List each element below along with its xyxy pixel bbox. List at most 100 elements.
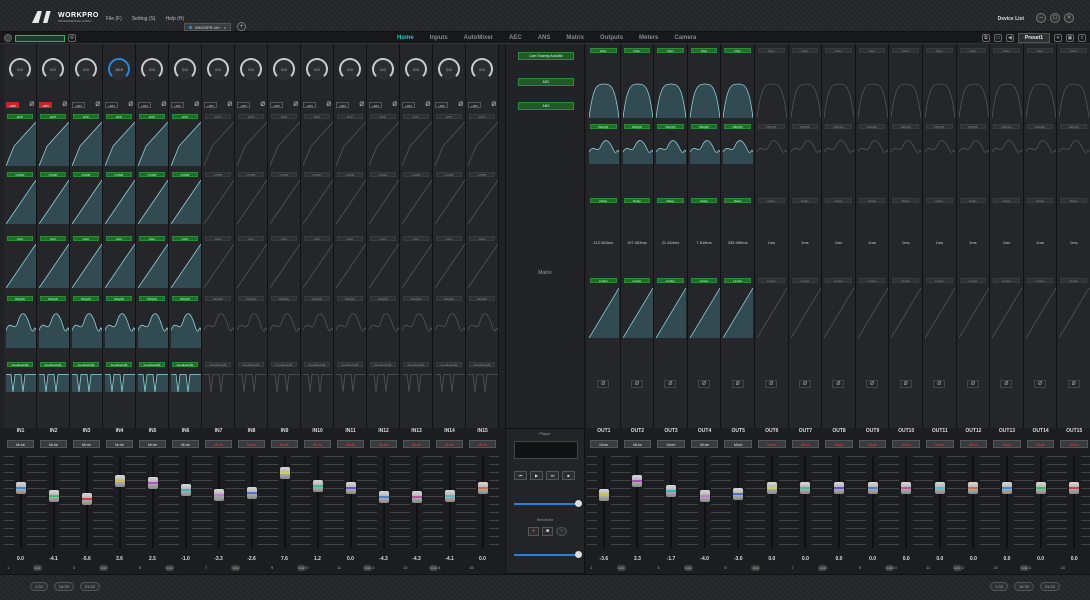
gain-knob[interactable]: 0.0 (42, 58, 64, 80)
delay-button[interactable]: Delay (858, 198, 886, 203)
fader-cap[interactable] (766, 482, 777, 494)
filter-button[interactable]: Filter (1060, 48, 1087, 53)
channel-fader[interactable] (169, 452, 202, 552)
phase-invert-icon[interactable]: Ø (698, 380, 711, 388)
limiter-button[interactable]: Limiter (590, 278, 617, 283)
mute-button[interactable]: Mute (690, 440, 719, 448)
mute-button[interactable]: Mute (40, 440, 67, 448)
phase-invert-icon[interactable]: Ø (1067, 380, 1080, 388)
phase-invert-icon[interactable]: Ø (765, 380, 778, 388)
link-button[interactable]: Link (297, 565, 306, 571)
gate-button[interactable]: EXP (7, 114, 33, 119)
gain-knob[interactable]: 0.0 (240, 58, 262, 80)
channel-fader[interactable] (687, 452, 722, 552)
channel-fader[interactable] (4, 452, 37, 552)
fader-cap[interactable] (665, 485, 676, 498)
mute-button[interactable]: Mute (403, 440, 430, 448)
channel-fader[interactable] (235, 452, 268, 552)
channel-fader[interactable] (755, 452, 789, 552)
peq-button[interactable]: PEQ(8) (1026, 124, 1054, 129)
phase-invert-icon[interactable]: Ø (1000, 380, 1013, 388)
phase-invert-icon[interactable]: Ø (866, 380, 879, 388)
link-button[interactable]: Link (616, 565, 626, 571)
fb-button[interactable]: Feedback(8) (271, 362, 297, 367)
comp-button[interactable]: COMP (7, 172, 33, 177)
channel-fader[interactable] (301, 452, 334, 552)
gain-knob[interactable]: 15.0 (108, 58, 130, 80)
fb-button[interactable]: Feedback(8) (436, 362, 462, 367)
agc-button[interactable]: AGC (106, 236, 132, 241)
recorder-volume-slider[interactable] (514, 551, 582, 558)
limiter-button[interactable]: Limiter (657, 278, 684, 283)
tab-matrix[interactable]: Matrix (558, 33, 592, 43)
agc-button[interactable]: AGC (436, 236, 462, 241)
filter-button[interactable]: Filter (993, 48, 1020, 53)
limiter-button[interactable]: Limiter (1026, 278, 1054, 283)
filter-button[interactable]: Filter (926, 48, 953, 53)
fb-button[interactable]: Feedback(8) (337, 362, 363, 367)
mute-button[interactable]: Mute (271, 440, 298, 448)
fb-button[interactable]: Feedback(8) (73, 362, 99, 367)
channel-fader[interactable] (788, 452, 823, 552)
channel-fader[interactable] (202, 452, 235, 552)
channel-fader[interactable] (822, 452, 856, 552)
delay-button[interactable]: Delay (758, 198, 785, 203)
mute-button[interactable]: Mute (724, 440, 752, 448)
agc-button[interactable]: AGC (304, 236, 330, 241)
channel-fader[interactable] (956, 452, 991, 552)
delay-button[interactable]: Delay (690, 198, 718, 203)
phase-invert-icon[interactable]: Ø (966, 380, 979, 388)
phase-invert-icon[interactable]: Ø (62, 102, 67, 108)
gate-button[interactable]: EXP (370, 114, 396, 119)
delay-button[interactable]: Delay (825, 198, 852, 203)
menu-help[interactable]: Help (H) (165, 16, 184, 22)
fb-button[interactable]: Feedback(8) (205, 362, 231, 367)
peq-button[interactable]: PEQ(8) (172, 296, 198, 301)
peq-button[interactable]: PEQ(8) (791, 124, 819, 129)
gate-button[interactable]: EXP (73, 114, 99, 119)
gain-knob[interactable]: 0.0 (207, 58, 229, 80)
channel-fader[interactable] (923, 452, 957, 552)
comp-button[interactable]: COMP (436, 172, 462, 177)
comp-button[interactable]: COMP (469, 172, 495, 177)
mute-button[interactable]: Mute (993, 440, 1021, 448)
phantom-48v-button[interactable]: +48V (138, 102, 152, 108)
aec-button[interactable]: AEC (518, 78, 574, 86)
network-icon[interactable]: ⚙ (68, 34, 76, 42)
peq-button[interactable]: PEQ(8) (436, 296, 462, 301)
fader-cap[interactable] (345, 482, 356, 494)
phase-invert-icon[interactable]: Ø (491, 102, 496, 108)
peq-button[interactable]: PEQ(8) (657, 124, 684, 129)
phase-invert-icon[interactable]: Ø (227, 102, 232, 108)
ans-button[interactable]: ANS (518, 102, 574, 110)
peq-button[interactable]: PEQ(8) (469, 296, 495, 301)
agc-button[interactable]: AGC (73, 236, 99, 241)
mute-button[interactable]: Mute (623, 440, 652, 448)
mute-button[interactable]: Mute (892, 440, 920, 448)
phase-invert-icon[interactable]: Ø (194, 102, 199, 108)
peq-button[interactable]: PEQ(8) (73, 296, 99, 301)
phase-invert-icon[interactable]: Ø (293, 102, 298, 108)
limiter-button[interactable]: Limiter (825, 278, 852, 283)
fader-cap[interactable] (477, 482, 488, 494)
gain-knob[interactable]: 0.0 (174, 58, 196, 80)
tab-outputs[interactable]: Outputs (592, 33, 631, 43)
mute-button[interactable]: Mute (370, 440, 397, 448)
cam-sharing-automix-button[interactable]: Cam Sharing AutoMix (518, 52, 574, 60)
link-button[interactable]: Link (818, 565, 828, 571)
phase-invert-icon[interactable]: Ø (731, 380, 744, 388)
record-settings-icon[interactable]: ◦ (556, 527, 567, 536)
stop-record-icon[interactable]: ■ (542, 527, 553, 536)
device-list-label[interactable]: Device List (998, 16, 1024, 22)
limiter-button[interactable]: Limiter (791, 278, 819, 283)
phantom-48v-button[interactable]: +48V (171, 102, 185, 108)
mute-button[interactable]: Mute (858, 440, 887, 448)
peq-button[interactable]: PEQ(8) (1060, 124, 1087, 129)
peq-button[interactable]: PEQ(8) (7, 296, 33, 301)
phase-invert-icon[interactable]: Ø (425, 102, 430, 108)
channel-fader[interactable] (433, 452, 466, 552)
filter-button[interactable]: Filter (858, 48, 886, 53)
comp-button[interactable]: COMP (370, 172, 396, 177)
phantom-48v-button[interactable]: +48V (303, 102, 317, 108)
gain-knob[interactable]: 0.0 (438, 58, 460, 80)
